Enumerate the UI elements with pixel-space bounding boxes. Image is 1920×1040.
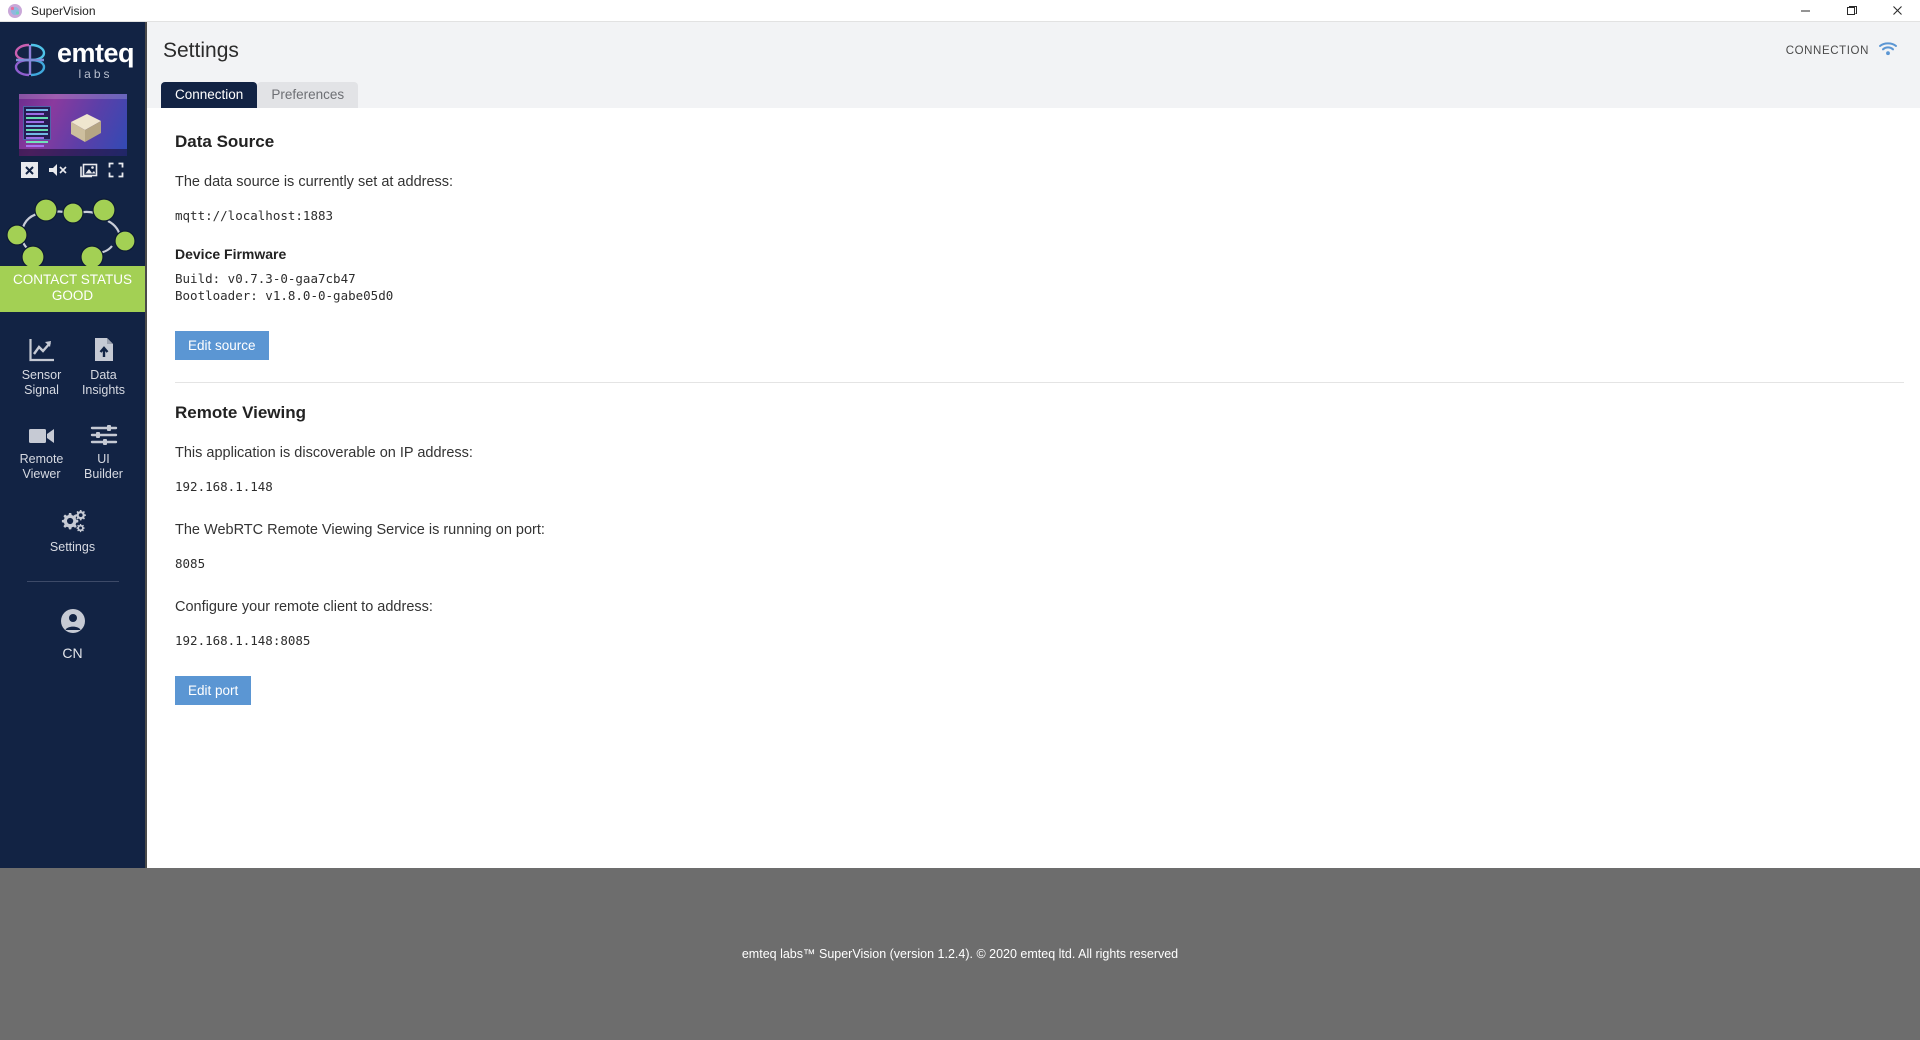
footer-text: emteq labs™ SuperVision (version 1.2.4).… (741, 947, 1179, 961)
tab-preferences[interactable]: Preferences (257, 82, 359, 108)
remote-viewing-heading: Remote Viewing (175, 403, 306, 422)
preview-data-panel (22, 106, 51, 147)
firmware-bootloader: Bootloader: v1.8.0-0-gabe05d0 (175, 288, 394, 303)
status-line-1: CONTACT STATUS (12, 272, 132, 287)
user-profile[interactable]: CN (60, 608, 86, 661)
edit-source-button[interactable]: Edit source (175, 331, 269, 360)
port-description: The WebRTC Remote Viewing Service is run… (175, 522, 545, 538)
sidebar-divider (26, 581, 119, 582)
emteq-brain-icon (14, 43, 46, 77)
status-line-2: GOOD (51, 288, 94, 303)
sidebar: emteq labs CONTACT STATUS GOOD Sensor Si… (0, 22, 145, 868)
close-preview-icon[interactable] (20, 162, 38, 178)
minimize-button[interactable] (1782, 0, 1828, 22)
footer-area: emteq labs™ SuperVision (version 1.2.4).… (0, 868, 1920, 1040)
page-header: Settings CONNECTION (147, 22, 1920, 80)
app-icon (7, 3, 23, 19)
sidebar-item-sensor-signal[interactable]: Sensor Signal (11, 336, 73, 398)
contact-status-banner: CONTACT STATUS GOOD (0, 266, 145, 312)
logo-wordmark: emteq (56, 38, 135, 68)
maximize-button[interactable] (1828, 0, 1874, 22)
sidebar-item-settings[interactable]: Settings (42, 508, 104, 555)
sidebar-item-label: Sensor Signal (21, 368, 62, 397)
client-address-value: 192.168.1.148:8085 (175, 633, 311, 648)
remote-viewer-icon (28, 420, 56, 446)
preview-cube-icon (70, 114, 101, 142)
main-panel: Settings CONNECTION Connection Preferenc… (145, 22, 1920, 868)
data-source-address: mqtt://localhost:1883 (175, 208, 334, 223)
sidebar-item-remote-viewer[interactable]: Remote Viewer (11, 420, 73, 482)
connection-label: CONNECTION (1785, 45, 1869, 57)
brand-logo: emteq labs (0, 22, 145, 94)
page-title: Settings (163, 39, 239, 62)
firmware-build: Build: v0.7.3-0-gaa7cb47 (175, 271, 356, 286)
video-preview[interactable] (18, 94, 127, 156)
data-source-heading: Data Source (175, 132, 275, 151)
window-titlebar: SuperVision (0, 0, 1920, 22)
connection-status[interactable]: CONNECTION (1786, 41, 1898, 61)
ip-address-value: 192.168.1.148 (175, 479, 273, 494)
app-shell: emteq labs CONTACT STATUS GOOD Sensor Si… (0, 22, 1920, 868)
ui-builder-icon (90, 420, 118, 446)
snapshot-icon[interactable] (79, 162, 98, 178)
sidebar-item-label: Remote Viewer (19, 452, 64, 481)
wifi-icon (1878, 41, 1898, 61)
sidebar-item-ui-builder[interactable]: UI Builder (73, 420, 135, 482)
preview-topbar (18, 94, 127, 99)
user-initials: CN (62, 645, 83, 661)
sidebar-item-label: Settings (49, 540, 96, 554)
data-source-description: The data source is currently set at addr… (175, 174, 454, 190)
device-firmware-heading: Device Firmware (175, 246, 287, 262)
maximize-icon (1846, 6, 1857, 15)
window-title: SuperVision (31, 3, 96, 18)
client-description: Configure your remote client to address: (175, 599, 433, 615)
tab-connection[interactable]: Connection (161, 82, 258, 108)
sidebar-item-label: Data Insights (81, 368, 126, 397)
preview-botbar (18, 149, 127, 156)
avatar-icon (60, 608, 86, 639)
ip-description: This application is discoverable on IP a… (175, 445, 473, 461)
sensor-signal-icon (28, 336, 55, 362)
section-divider (175, 382, 1904, 383)
edit-port-button[interactable]: Edit port (175, 676, 252, 705)
sidebar-item-label: UI Builder (84, 452, 123, 481)
settings-content: Data Source The data source is currently… (147, 108, 1920, 868)
logo-subtext: labs (78, 67, 113, 81)
minimize-icon (1800, 10, 1810, 12)
mute-icon[interactable] (48, 162, 68, 178)
settings-icon (58, 508, 88, 534)
sidebar-nav: Sensor Signal Data Insights Remote Viewe… (0, 312, 145, 555)
close-button[interactable] (1874, 0, 1920, 22)
close-icon (1892, 6, 1902, 15)
sidebar-item-data-insights[interactable]: Data Insights (73, 336, 135, 398)
contact-status-map[interactable] (0, 194, 145, 266)
preview-toolbar (19, 156, 127, 180)
fullscreen-icon[interactable] (108, 162, 124, 178)
settings-tabs: Connection Preferences (147, 80, 1920, 108)
data-insights-icon (93, 336, 115, 362)
port-value: 8085 (175, 556, 206, 571)
